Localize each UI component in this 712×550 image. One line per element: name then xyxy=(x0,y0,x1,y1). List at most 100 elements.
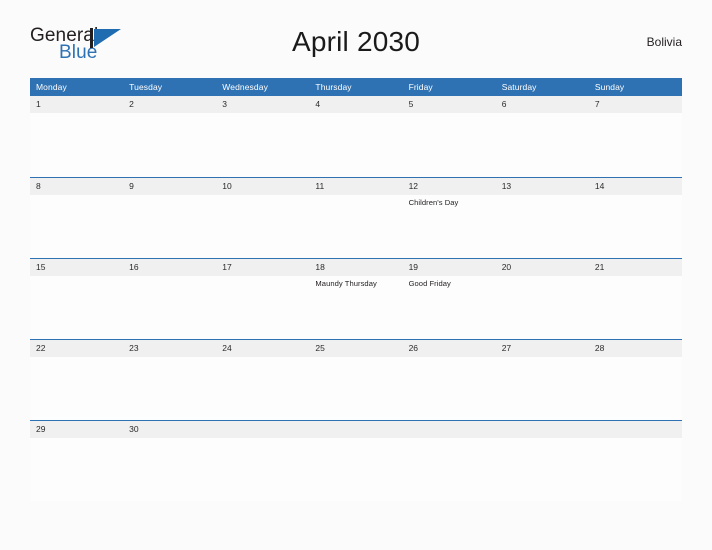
day-number: 5 xyxy=(408,99,414,109)
calendar-day-cell[interactable]: 17 xyxy=(216,259,309,340)
day-events: Maundy Thursday xyxy=(315,276,402,289)
calendar-day-cell[interactable]: 25 xyxy=(309,340,402,421)
calendar-week-row: 1 2 3 4 5 6 7 xyxy=(30,96,682,177)
calendar-day-cell-empty xyxy=(216,421,309,502)
day-events xyxy=(595,276,682,279)
day-events xyxy=(222,438,309,441)
weekday-friday: Friday xyxy=(408,82,433,92)
day-events xyxy=(502,113,589,116)
day-events xyxy=(502,195,589,198)
day-events xyxy=(36,113,123,116)
day-number: 25 xyxy=(315,343,325,353)
calendar-day-cell[interactable]: 18 Maundy Thursday xyxy=(309,259,402,340)
day-number xyxy=(315,421,402,438)
day-events xyxy=(595,438,682,441)
calendar-day-cell[interactable]: 14 xyxy=(589,178,682,259)
calendar-day-cell[interactable]: 29 xyxy=(30,421,123,502)
day-number: 26 xyxy=(408,343,419,353)
day-number: 22 xyxy=(36,343,46,353)
day-number: 14 xyxy=(594,181,605,191)
day-number: 7 xyxy=(594,99,600,109)
calendar-day-cell[interactable]: 16 xyxy=(123,259,216,340)
day-number: 3 xyxy=(222,99,228,109)
calendar-day-cell[interactable]: 30 xyxy=(123,421,216,502)
calendar-day-cell[interactable]: 3 xyxy=(216,96,309,177)
day-number: 28 xyxy=(594,343,605,353)
country-label: Bolivia xyxy=(646,35,682,49)
day-events xyxy=(36,276,123,279)
calendar-day-cell[interactable]: 11 xyxy=(309,178,402,259)
day-number: 12 xyxy=(408,181,419,191)
day-events xyxy=(315,195,402,198)
day-number: 16 xyxy=(129,262,139,272)
holiday-event: Good Friday xyxy=(408,279,451,288)
day-events xyxy=(222,113,309,116)
day-events xyxy=(502,276,589,279)
calendar-day-cell[interactable]: 23 xyxy=(123,340,216,421)
day-events: Children's Day xyxy=(409,195,496,208)
day-events: Good Friday xyxy=(409,276,496,289)
calendar-day-cells: 1 2 3 4 5 6 7 xyxy=(30,96,682,177)
calendar-day-cells: 22 23 24 25 26 27 28 xyxy=(30,340,682,421)
day-events xyxy=(36,195,123,198)
calendar-day-cells: 15 16 17 18 Maundy Thursday 19 Good Friday 20 21 xyxy=(30,259,682,340)
weekday-monday: Monday xyxy=(36,82,67,92)
weekday-wednesday: Wednesday xyxy=(222,82,268,92)
day-events xyxy=(129,195,216,198)
day-events xyxy=(595,113,682,116)
weekday-saturday: Saturday xyxy=(501,82,537,92)
day-number xyxy=(502,421,589,438)
day-events xyxy=(222,276,309,279)
calendar-day-cell[interactable]: 10 xyxy=(216,178,309,259)
calendar-day-cell[interactable]: 22 xyxy=(30,340,123,421)
calendar-day-cell[interactable]: 21 xyxy=(589,259,682,340)
calendar-day-cell[interactable]: 27 xyxy=(496,340,589,421)
calendar-day-cell[interactable]: 6 xyxy=(496,96,589,177)
day-number: 23 xyxy=(129,343,139,353)
day-events xyxy=(36,438,123,441)
day-number: 1 xyxy=(36,99,41,109)
calendar-week-row: 22 23 24 25 26 27 28 xyxy=(30,339,682,420)
day-events xyxy=(315,438,402,441)
calendar-day-cell[interactable]: 24 xyxy=(216,340,309,421)
day-number: 30 xyxy=(129,424,139,434)
calendar-day-cell[interactable]: 13 xyxy=(496,178,589,259)
holiday-event: Children's Day xyxy=(408,198,459,207)
calendar-day-cell[interactable]: 4 xyxy=(309,96,402,177)
calendar-day-cell[interactable]: 8 xyxy=(30,178,123,259)
calendar-day-cell-empty xyxy=(496,421,589,502)
day-number: 27 xyxy=(501,343,512,353)
day-events xyxy=(595,195,682,198)
day-events xyxy=(409,357,496,360)
day-number: 13 xyxy=(501,181,512,191)
page-title: April 2030 xyxy=(291,26,421,57)
day-events xyxy=(502,438,589,441)
weekday-thursday: Thursday xyxy=(315,82,352,92)
calendar-day-cells: 29 30 xyxy=(30,421,682,502)
calendar-day-cell[interactable]: 7 xyxy=(589,96,682,177)
calendar-day-cell[interactable]: 20 xyxy=(496,259,589,340)
day-number: 21 xyxy=(594,262,605,272)
calendar-day-cell[interactable]: 2 xyxy=(123,96,216,177)
calendar-day-cell[interactable]: 26 xyxy=(403,340,496,421)
day-events xyxy=(129,357,216,360)
day-events xyxy=(502,357,589,360)
calendar-day-cell[interactable]: 5 xyxy=(403,96,496,177)
day-number: 24 xyxy=(222,343,232,353)
day-number: 20 xyxy=(501,262,512,272)
calendar-day-cell[interactable]: 12 Children's Day xyxy=(403,178,496,259)
day-number: 10 xyxy=(222,181,232,191)
day-number xyxy=(595,421,682,438)
day-number: 19 xyxy=(408,262,419,272)
calendar-day-cell[interactable]: 28 xyxy=(589,340,682,421)
day-number: 18 xyxy=(315,262,325,272)
weekday-tuesday: Tuesday xyxy=(129,82,163,92)
calendar-day-cell[interactable]: 9 xyxy=(123,178,216,259)
day-number xyxy=(409,421,496,438)
calendar-weeks: 1 2 3 4 5 6 7 8 9 10 11 12 Children's Day 13 14 15 16 17 1… xyxy=(30,96,682,501)
calendar-day-cell[interactable]: 1 xyxy=(30,96,123,177)
day-events xyxy=(409,113,496,116)
day-events xyxy=(36,357,123,360)
calendar-day-cell[interactable]: 15 xyxy=(30,259,123,340)
calendar-day-cell[interactable]: 19 Good Friday xyxy=(403,259,496,340)
